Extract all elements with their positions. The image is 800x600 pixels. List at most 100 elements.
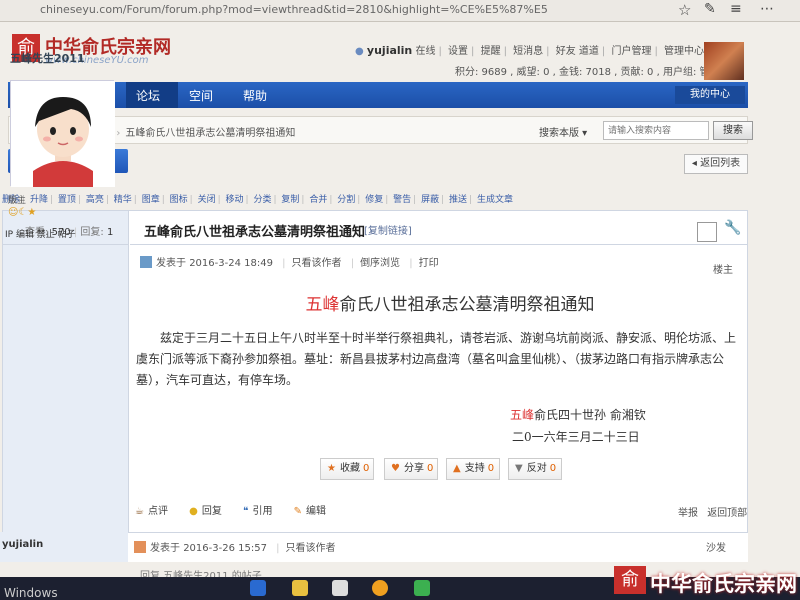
admin-split[interactable]: 分割 — [337, 195, 355, 205]
user-icon: ● — [355, 46, 364, 57]
back-to-list-button[interactable]: ◂ 返回列表 — [684, 154, 748, 174]
admin-push[interactable]: 推送 — [449, 195, 467, 205]
user-toolbar: ● yujialin 在线 | 设置 | 提醒 | 短消息 | 好友 道道 | 门户管理 |… — [355, 42, 737, 57]
favorite-star-icon[interactable]: ☆ — [678, 1, 691, 19]
quote-icon: ❝ — [243, 506, 249, 517]
windows-label: Windows — [4, 586, 58, 600]
speech-bubble-icon: ● — [189, 506, 198, 517]
offline-user-icon — [134, 541, 146, 553]
post-meta: 发表于 2016-3-24 18:49 | 只看该作者 | 倒序浏览 | 打印 — [140, 254, 439, 269]
daodao-link[interactable]: 道道 — [579, 46, 599, 57]
admin-merge[interactable]: 合并 — [309, 195, 327, 205]
admin-center-link[interactable]: 管理中心 — [664, 46, 704, 57]
share-button[interactable]: ♥ 分享 0 — [384, 458, 438, 480]
admin-repair[interactable]: 修复 — [365, 195, 383, 205]
portal-admin-link[interactable]: 门户管理 — [611, 46, 651, 57]
store-icon[interactable] — [332, 580, 348, 596]
admin-copy[interactable]: 复制 — [281, 195, 299, 205]
user-stats: 积分: 9689 , 威望: 0 , 金钱: 7018 , 贡献: 0 , 用户… — [455, 67, 730, 78]
url-field[interactable]: chineseyu.com/Forum/forum.php?mod=viewth… — [40, 3, 548, 16]
admin-highlight[interactable]: 高亮 — [86, 195, 104, 205]
watermark-logo-icon: 俞 — [614, 566, 646, 594]
author-admin-links[interactable]: IP 编辑 禁止 帖子 — [5, 227, 76, 240]
reverse-order-link[interactable]: 倒序浏览 — [360, 258, 400, 269]
wechat-icon[interactable] — [414, 580, 430, 596]
support-button[interactable]: ▲ 支持 0 — [446, 458, 500, 480]
reply-floor-label[interactable]: 沙发 — [706, 539, 726, 554]
back-top-link[interactable]: 返回顶部 — [707, 508, 747, 519]
settings-link[interactable]: 设置 — [448, 46, 468, 57]
star-icon: ★ — [327, 463, 336, 474]
user-avatar[interactable] — [704, 42, 744, 80]
post-body: 兹定于三月二十五日上午八时半至十时半举行祭祖典礼，请苍岩派、游谢乌坑前岗派、静安… — [136, 331, 737, 387]
admin-make-article[interactable]: 生成文章 — [477, 195, 513, 205]
admin-block[interactable]: 屏蔽 — [421, 195, 439, 205]
wrench-icon[interactable]: 🔧 — [724, 220, 741, 236]
copy-link-button[interactable]: [复制链接] — [364, 222, 412, 237]
admin-bump[interactable]: 升降 — [30, 195, 48, 205]
admin-icon[interactable]: 图标 — [170, 195, 188, 205]
friends-link[interactable]: 好友 — [556, 46, 576, 57]
reply-action[interactable]: ● 回复 — [189, 506, 222, 517]
post-signature: 五峰俞氏四十世孙 俞湘钦 — [510, 408, 646, 422]
author-role: 版主 — [8, 196, 27, 206]
edge-icon[interactable] — [250, 580, 266, 596]
author-avatar[interactable] — [10, 80, 115, 187]
admin-warn[interactable]: 警告 — [393, 195, 411, 205]
username-link[interactable]: yujialin — [367, 44, 412, 57]
online-user-icon — [140, 256, 152, 268]
search-scope-select[interactable]: 搜索本版 ▾ — [539, 124, 587, 139]
admin-digest[interactable]: 精华 — [114, 195, 132, 205]
main-nav: 门户 众筹 论坛 空间 帮助 我的中心 — [8, 82, 748, 108]
thumbs-up-icon: ▲ — [453, 463, 461, 474]
heart-icon: ♥ — [391, 463, 400, 474]
author-medal-icons: ☺☾★ — [8, 207, 37, 218]
admin-sticky[interactable]: 置顶 — [58, 195, 76, 205]
my-center-button[interactable]: 我的中心 — [675, 86, 745, 104]
nav-space[interactable]: 空间 — [189, 87, 213, 104]
admin-stamp[interactable]: 图章 — [142, 195, 160, 205]
breadcrumb-thread[interactable]: 五峰俞氏八世祖承志公墓清明祭祖通知 — [125, 128, 295, 139]
reply-meta: 发表于 2016-3-26 15:57 | 只看该作者 — [134, 539, 336, 554]
browser-address-bar: chineseyu.com/Forum/forum.php?mod=viewth… — [0, 0, 800, 22]
moderator-toolbar: 删除 | 升降 | 置顶 | 高亮 | 精华 | 图章 | 图标 | 关闭 | 移动 | 分类 | … — [2, 195, 513, 205]
reply-only-author-link[interactable]: 只看该作者 — [286, 543, 336, 554]
chrome-icon[interactable] — [372, 580, 388, 596]
coffee-icon: ☕ — [135, 506, 144, 517]
messages-link[interactable]: 短消息 — [513, 46, 543, 57]
post-signature-date: 二0一六年三月二十三日 — [512, 430, 640, 444]
reminders-link[interactable]: 提醒 — [481, 46, 501, 57]
comment-action[interactable]: ☕ 点评 — [135, 506, 168, 517]
quote-action[interactable]: ❝ 引用 — [243, 506, 272, 517]
oppose-button[interactable]: ▼ 反对 0 — [508, 458, 562, 480]
print-link[interactable]: 打印 — [419, 258, 439, 269]
post-date: 2016-3-24 18:49 — [189, 258, 273, 269]
admin-category[interactable]: 分类 — [253, 195, 271, 205]
search-button[interactable]: 搜索 — [713, 121, 753, 140]
pencil-icon: ✎ — [293, 506, 303, 517]
online-status: 在线 — [415, 46, 436, 57]
floor-label[interactable]: 楼主 — [713, 261, 733, 276]
thread-title-bar: 五峰俞氏八世祖承志公墓清明祭祖通知 [复制链接] 🔧 — [130, 211, 748, 245]
reply-author-name[interactable]: yujialin — [2, 539, 43, 550]
nav-help[interactable]: 帮助 — [243, 87, 267, 104]
pen-icon[interactable]: ✎ — [704, 1, 716, 17]
breadcrumb: ›论坛 ›绍兴 ›五峰俞氏八世祖承志公墓清明祭祖通知 搜索本版 ▾ 搜索 — [8, 116, 753, 144]
thread-title: 五峰俞氏八世祖承志公墓清明祭祖通知 — [144, 225, 366, 240]
select-checkbox[interactable] — [697, 222, 717, 242]
favorite-button[interactable]: ★ 收藏 0 — [320, 458, 374, 480]
admin-close[interactable]: 关闭 — [198, 195, 216, 205]
file-explorer-icon[interactable] — [292, 580, 308, 596]
only-author-link[interactable]: 只看该作者 — [292, 258, 342, 269]
admin-move[interactable]: 移动 — [226, 195, 244, 205]
search-input[interactable] — [603, 121, 709, 140]
nav-forum[interactable]: 论坛 — [136, 87, 160, 104]
post-footer-links: 举报 返回顶部 — [678, 504, 747, 519]
author-sidebar: 查看: 570 | 回复: 1 — [3, 211, 129, 541]
post-actions: ☕ 点评 ● 回复 ❝ 引用 ✎ 编辑 — [135, 502, 344, 517]
edit-action[interactable]: ✎ 编辑 — [294, 506, 326, 517]
hub-icon[interactable]: ≡ — [730, 1, 742, 17]
report-link[interactable]: 举报 — [678, 508, 698, 519]
more-icon[interactable]: ⋯ — [760, 1, 774, 17]
post-author-name[interactable]: 五峰先生2011 — [10, 50, 85, 66]
